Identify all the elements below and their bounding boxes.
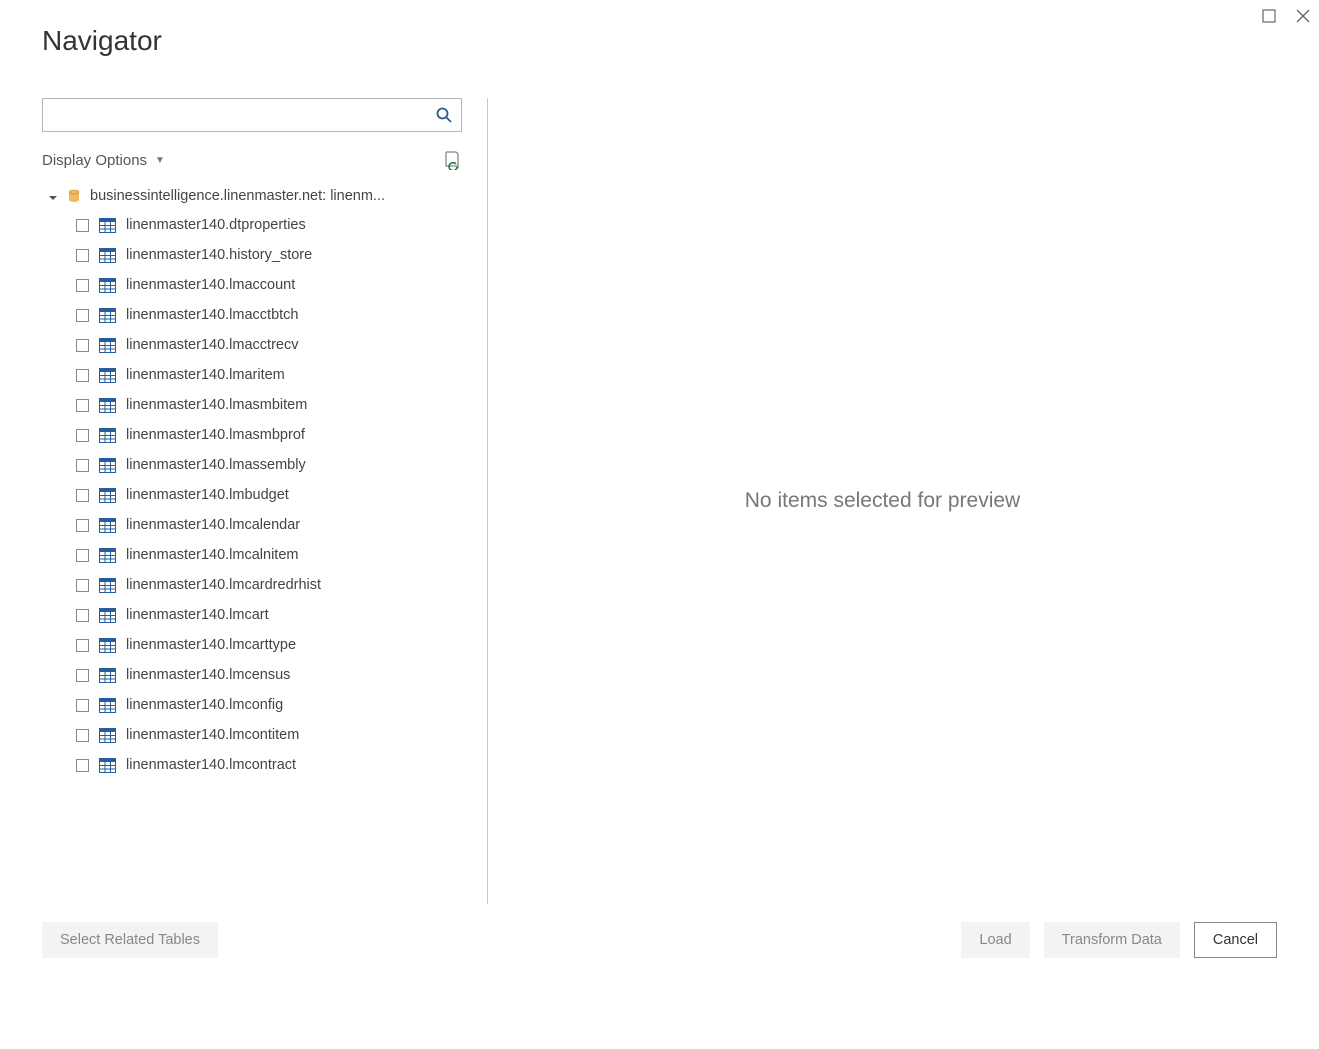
checkbox[interactable] [76,729,89,742]
checkbox[interactable] [76,639,89,652]
table-icon [99,758,116,773]
tree-item[interactable]: linenmaster140.lmasmbitem [42,390,462,420]
tree-item[interactable]: linenmaster140.lmbudget [42,480,462,510]
checkbox[interactable] [76,429,89,442]
tree-item[interactable]: linenmaster140.lmaccount [42,270,462,300]
table-icon [99,428,116,443]
table-icon [99,518,116,533]
select-related-tables-button[interactable]: Select Related Tables [42,922,218,958]
tree-item-label: linenmaster140.lmasmbprof [126,427,305,443]
tree-item[interactable]: linenmaster140.lmaritem [42,360,462,390]
tree-item-label: linenmaster140.lmcontract [126,757,296,773]
transform-data-button[interactable]: Transform Data [1044,922,1180,958]
tree-item[interactable]: linenmaster140.lmcalnitem [42,540,462,570]
tree-item[interactable]: linenmaster140.lmcarttype [42,630,462,660]
checkbox[interactable] [76,519,89,532]
tree-item-label: linenmaster140.dtproperties [126,217,306,233]
tree-item-label: linenmaster140.lmasmbitem [126,397,307,413]
table-icon [99,668,116,683]
checkbox[interactable] [76,309,89,322]
tree-item-label: linenmaster140.lmcalnitem [126,547,298,563]
table-icon [99,398,116,413]
preview-pane: No items selected for preview [488,98,1277,904]
table-icon [99,728,116,743]
display-options-label: Display Options [42,152,147,169]
table-icon [99,308,116,323]
tree-item[interactable]: linenmaster140.lmcart [42,600,462,630]
tree-item[interactable]: linenmaster140.lmassembly [42,450,462,480]
tree-item[interactable]: linenmaster140.lmcalendar [42,510,462,540]
tree-item[interactable]: linenmaster140.dtproperties [42,210,462,240]
tree-item-label: linenmaster140.lmconfig [126,697,283,713]
table-icon [99,338,116,353]
tree-item-label: linenmaster140.lmcensus [126,667,290,683]
checkbox[interactable] [76,759,89,772]
checkbox[interactable] [76,369,89,382]
tree-item-label: linenmaster140.lmcontitem [126,727,299,743]
tree-item-label: linenmaster140.lmassembly [126,457,306,473]
navigator-left-pane: Display Options ▼ [42,98,462,904]
table-icon [99,638,116,653]
tree-item[interactable]: linenmaster140.lmcontract [42,750,462,780]
checkbox[interactable] [76,219,89,232]
checkbox[interactable] [76,699,89,712]
tree-item[interactable]: linenmaster140.history_store [42,240,462,270]
tree-item-label: linenmaster140.lmcart [126,607,269,623]
tree-root-label: businessintelligence.linenmaster.net: li… [90,188,385,204]
close-icon[interactable] [1295,8,1311,24]
checkbox[interactable] [76,549,89,562]
tree-item[interactable]: linenmaster140.lmacctrecv [42,330,462,360]
tree-item-label: linenmaster140.lmcarttype [126,637,296,653]
tree-item[interactable]: linenmaster140.lmcontitem [42,720,462,750]
table-icon [99,278,116,293]
table-icon [99,548,116,563]
tree-item-label: linenmaster140.lmcalendar [126,517,300,533]
tree-item-label: linenmaster140.lmaccount [126,277,295,293]
tree-item-label: linenmaster140.lmacctbtch [126,307,298,323]
preview-message: No items selected for preview [745,489,1020,513]
maximize-icon[interactable] [1261,8,1277,24]
table-icon [99,488,116,503]
checkbox[interactable] [76,279,89,292]
checkbox[interactable] [76,399,89,412]
search-input[interactable] [53,106,435,125]
tree-item[interactable]: linenmaster140.lmasmbprof [42,420,462,450]
table-icon [99,248,116,263]
database-icon [66,188,82,204]
table-icon [99,698,116,713]
table-icon [99,578,116,593]
checkbox[interactable] [76,339,89,352]
tree-item-label: linenmaster140.lmbudget [126,487,289,503]
tree-root[interactable]: businessintelligence.linenmaster.net: li… [42,182,462,210]
checkbox[interactable] [76,669,89,682]
table-icon [99,608,116,623]
tree-item[interactable]: linenmaster140.lmcardredrhist [42,570,462,600]
table-icon [99,218,116,233]
checkbox[interactable] [76,579,89,592]
tree-item-label: linenmaster140.lmcardredrhist [126,577,321,593]
tree-item-label: linenmaster140.history_store [126,247,312,263]
tree-item-label: linenmaster140.lmaritem [126,367,285,383]
checkbox[interactable] [76,609,89,622]
collapse-icon[interactable] [48,191,58,201]
search-box[interactable] [42,98,462,132]
tree-view[interactable]: businessintelligence.linenmaster.net: li… [42,182,462,904]
checkbox[interactable] [76,249,89,262]
tree-item[interactable]: linenmaster140.lmcensus [42,660,462,690]
refresh-icon[interactable] [442,150,462,170]
chevron-down-icon: ▼ [155,155,165,166]
cancel-button[interactable]: Cancel [1194,922,1277,958]
display-options-dropdown[interactable]: Display Options ▼ [42,152,165,169]
load-button[interactable]: Load [961,922,1029,958]
table-icon [99,368,116,383]
table-icon [99,458,116,473]
checkbox[interactable] [76,459,89,472]
page-title: Navigator [42,25,162,57]
search-icon[interactable] [435,106,453,124]
checkbox[interactable] [76,489,89,502]
tree-item-label: linenmaster140.lmacctrecv [126,337,298,353]
tree-item[interactable]: linenmaster140.lmconfig [42,690,462,720]
tree-item[interactable]: linenmaster140.lmacctbtch [42,300,462,330]
